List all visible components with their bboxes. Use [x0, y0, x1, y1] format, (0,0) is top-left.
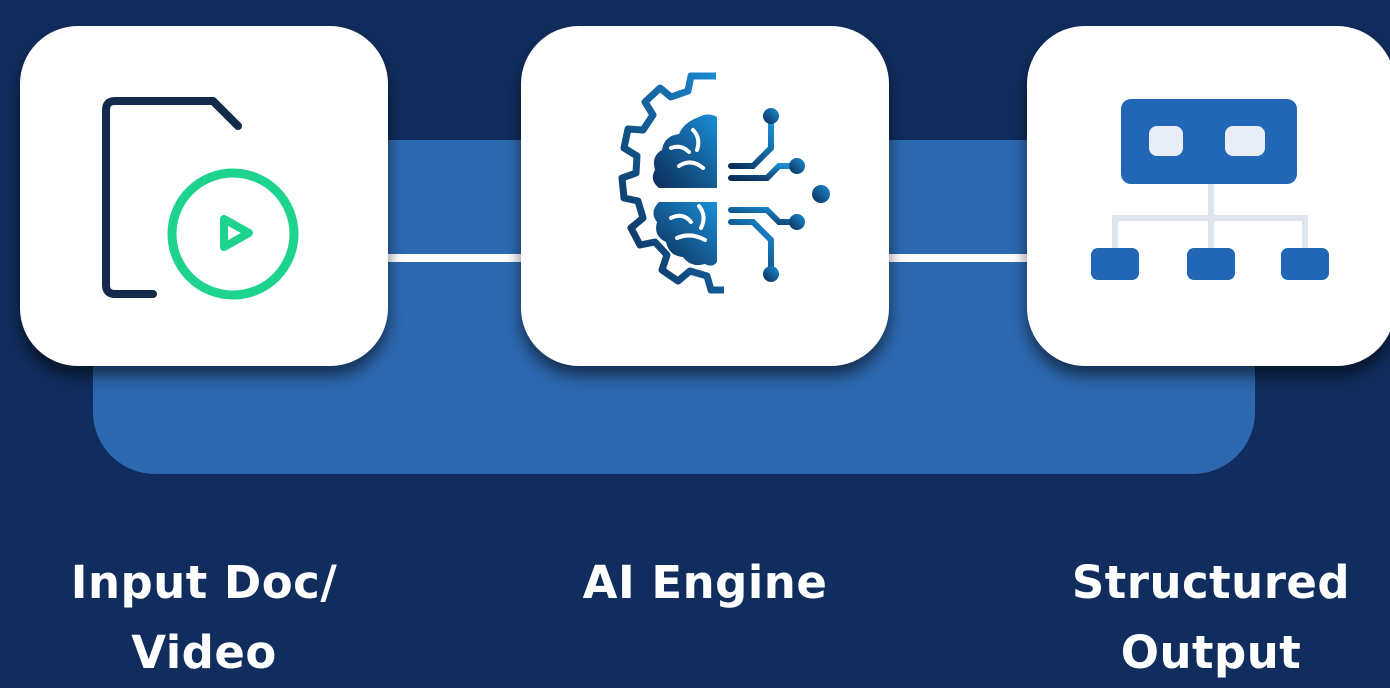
label-line: Structured: [1071, 556, 1351, 609]
input-doc-video-card: [20, 26, 388, 366]
ai-engine-card: [521, 26, 889, 366]
structured-output-label: Structured Output: [1027, 548, 1390, 688]
structured-output-card: [1027, 26, 1390, 366]
connector-engine-to-output: [886, 254, 1030, 262]
label-line: AI Engine: [582, 556, 828, 609]
document-video-icon: [102, 97, 299, 300]
pipeline-diagram: Input Doc/ Video AI Engine Structured Ou…: [0, 0, 1390, 679]
brain-gear-circuit-icon: [618, 72, 830, 294]
hierarchy-structure-icon: [1091, 99, 1329, 280]
input-doc-video-label: Input Doc/ Video: [20, 548, 388, 688]
connector-input-to-engine: [384, 254, 526, 262]
ai-engine-label: AI Engine: [521, 548, 889, 618]
label-line: Input Doc/: [70, 556, 338, 609]
